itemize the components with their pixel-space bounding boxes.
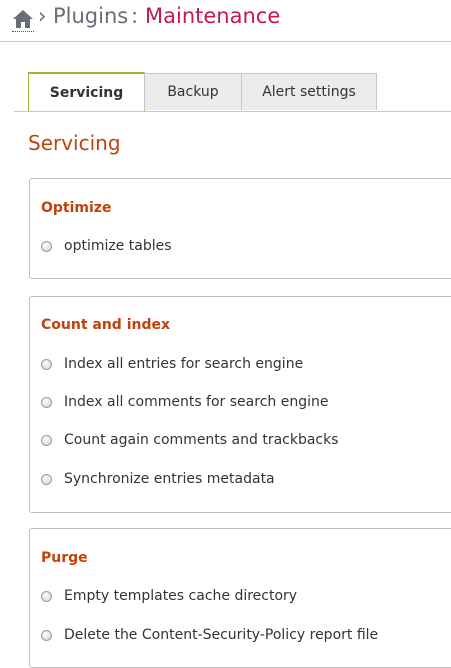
- section-title: Servicing: [28, 131, 121, 155]
- option-label: Synchronize entries metadata: [64, 471, 275, 487]
- option-empty-cache[interactable]: Empty templates cache directory: [41, 586, 297, 606]
- option-delete-csp-report[interactable]: Delete the Content-Security-Policy repor…: [41, 625, 378, 645]
- option-optimize-tables[interactable]: optimize tables: [41, 236, 172, 256]
- breadcrumb-plugins-link[interactable]: Plugins: [53, 4, 128, 28]
- fieldset-title-purge: Purge: [41, 550, 88, 566]
- option-label: Delete the Content-Security-Policy repor…: [64, 627, 379, 643]
- fieldset-purge: Purge Empty templates cache directory De…: [29, 528, 451, 668]
- fieldset-title-optimize: Optimize: [41, 200, 112, 216]
- radio-button[interactable]: [41, 396, 52, 408]
- breadcrumb-separator: ›: [38, 4, 47, 28]
- radio-button[interactable]: [41, 358, 52, 370]
- option-index-comments[interactable]: Index all comments for search engine: [41, 392, 328, 412]
- radio-button[interactable]: [41, 629, 52, 641]
- fieldset-optimize: Optimize optimize tables: [29, 178, 451, 279]
- breadcrumb: › Plugins : Maintenance: [0, 0, 451, 42]
- tab-backup[interactable]: Backup: [144, 73, 242, 110]
- option-label: Index all comments for search engine: [64, 394, 329, 410]
- option-label: optimize tables: [64, 238, 172, 254]
- radio-button[interactable]: [41, 473, 52, 485]
- radio-button[interactable]: [41, 434, 52, 446]
- fieldset-title-count-and-index: Count and index: [41, 317, 171, 333]
- option-index-entries[interactable]: Index all entries for search engine: [41, 354, 303, 374]
- breadcrumb-colon: :: [131, 4, 139, 28]
- tab-alert-settings[interactable]: Alert settings: [241, 73, 377, 110]
- option-label: Empty templates cache directory: [64, 588, 298, 604]
- option-count-comments[interactable]: Count again comments and trackbacks: [41, 430, 339, 450]
- tab-servicing[interactable]: Servicing: [28, 72, 145, 111]
- radio-button[interactable]: [41, 240, 52, 252]
- home-icon[interactable]: [12, 9, 34, 29]
- page-title: Maintenance: [145, 4, 281, 28]
- option-label: Count again comments and trackbacks: [64, 432, 339, 448]
- radio-button[interactable]: [41, 590, 52, 602]
- home-link-underline: [12, 31, 34, 32]
- option-label: Index all entries for search engine: [64, 356, 304, 372]
- option-sync-metadata[interactable]: Synchronize entries metadata: [41, 469, 275, 489]
- tab-bar: Servicing Backup Alert settings: [14, 72, 451, 112]
- fieldset-count-and-index: Count and index Index all entries for se…: [29, 296, 451, 513]
